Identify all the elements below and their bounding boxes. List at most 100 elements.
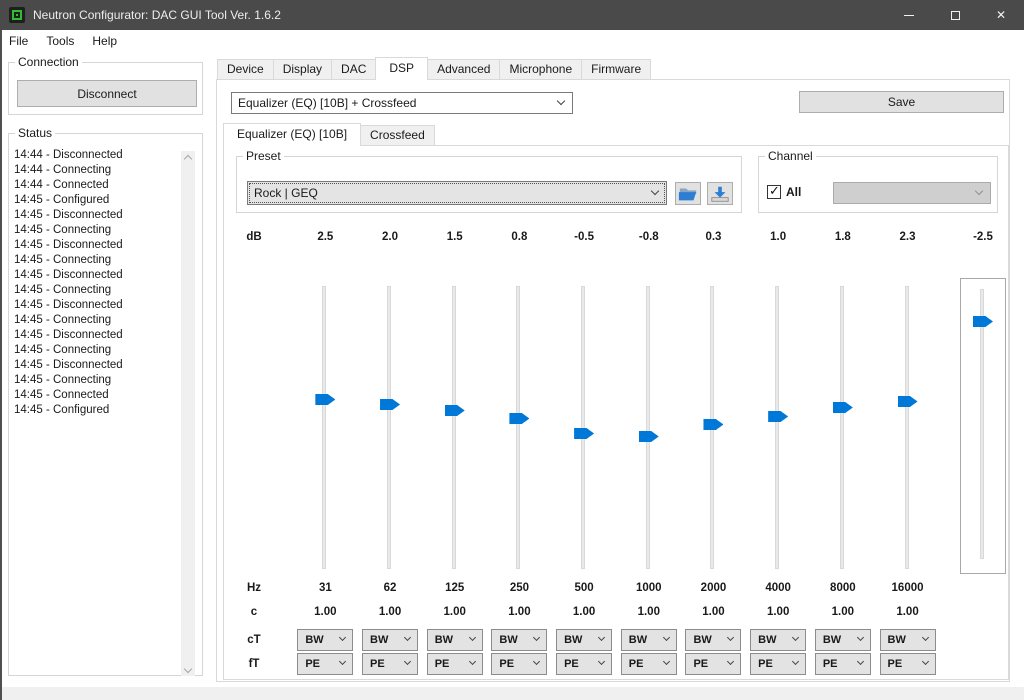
tab-display[interactable]: Display: [273, 59, 332, 80]
status-entry[interactable]: 14:45 - Disconnected: [14, 268, 180, 283]
band-ft-combobox[interactable]: PE: [491, 653, 547, 675]
chevron-up-icon[interactable]: [181, 151, 195, 166]
slider-thumb[interactable]: [639, 431, 659, 442]
channel-all-label: All: [786, 185, 801, 199]
band-ct-combobox[interactable]: BW: [685, 629, 741, 651]
status-entry[interactable]: 14:45 - Connecting: [14, 313, 180, 328]
slider-track[interactable]: [322, 286, 326, 569]
slider-thumb[interactable]: [509, 413, 529, 424]
tab-advanced[interactable]: Advanced: [427, 59, 500, 80]
band-ct-combobox[interactable]: BW: [621, 629, 677, 651]
band-slider[interactable]: [422, 283, 487, 573]
band-ft-combobox[interactable]: PE: [880, 653, 936, 675]
band-ct-combobox[interactable]: BW: [491, 629, 547, 651]
band-ft-combobox[interactable]: PE: [621, 653, 677, 675]
status-entry[interactable]: 14:45 - Disconnected: [14, 298, 180, 313]
close-icon[interactable]: ✕: [978, 0, 1024, 30]
slider-track[interactable]: [646, 286, 650, 569]
status-entry[interactable]: 14:45 - Connecting: [14, 283, 180, 298]
dsp-mode-value: Equalizer (EQ) [10B] + Crossfeed: [238, 96, 416, 110]
status-entry[interactable]: 14:45 - Configured: [14, 193, 180, 208]
status-entry[interactable]: 14:44 - Disconnected: [14, 148, 180, 163]
status-entry[interactable]: 14:45 - Disconnected: [14, 358, 180, 373]
dsp-mode-combobox[interactable]: Equalizer (EQ) [10B] + Crossfeed: [231, 92, 573, 114]
band-slider[interactable]: [875, 283, 940, 573]
slider-thumb[interactable]: [574, 428, 594, 439]
band-ct-value: BW: [629, 634, 647, 646]
status-entry[interactable]: 14:44 - Connecting: [14, 163, 180, 178]
open-preset-button[interactable]: [675, 182, 701, 205]
band-ft-combobox[interactable]: PE: [297, 653, 353, 675]
master-slider[interactable]: [960, 278, 1006, 574]
chevron-down-icon[interactable]: [181, 661, 195, 676]
subtab-equalizer-eq-10b[interactable]: Equalizer (EQ) [10B]: [223, 123, 361, 146]
menu-item-tools[interactable]: Tools: [37, 30, 83, 52]
band-ct-combobox[interactable]: BW: [427, 629, 483, 651]
maximize-icon[interactable]: [932, 0, 978, 30]
tab-firmware[interactable]: Firmware: [581, 59, 651, 80]
slider-track[interactable]: [905, 286, 909, 569]
slider-thumb[interactable]: [315, 394, 335, 405]
tab-device[interactable]: Device: [217, 59, 274, 80]
status-entry[interactable]: 14:45 - Configured: [14, 403, 180, 418]
band-ct-combobox[interactable]: BW: [556, 629, 612, 651]
band-slider[interactable]: [681, 283, 746, 573]
band-slider[interactable]: [746, 283, 811, 573]
band-slider[interactable]: [616, 283, 681, 573]
band-slider[interactable]: [487, 283, 552, 573]
status-entry[interactable]: 14:45 - Connected: [14, 388, 180, 403]
status-entry[interactable]: 14:45 - Disconnected: [14, 238, 180, 253]
status-entry[interactable]: 14:45 - Connecting: [14, 223, 180, 238]
slider-track[interactable]: [840, 286, 844, 569]
slider-thumb[interactable]: [703, 419, 723, 430]
status-log-list[interactable]: 14:44 - Disconnected14:44 - Connecting14…: [14, 148, 180, 671]
band-ct-combobox[interactable]: BW: [362, 629, 418, 651]
status-entry[interactable]: 14:45 - Disconnected: [14, 328, 180, 343]
status-entry[interactable]: 14:45 - Disconnected: [14, 208, 180, 223]
status-entry[interactable]: 14:44 - Connected: [14, 178, 180, 193]
status-entry[interactable]: 14:45 - Connecting: [14, 253, 180, 268]
slider-track[interactable]: [775, 286, 779, 569]
slider-track[interactable]: [387, 286, 391, 569]
band-ct-combobox[interactable]: BW: [297, 629, 353, 651]
band-slider[interactable]: [358, 283, 423, 573]
band-ft-combobox[interactable]: PE: [362, 653, 418, 675]
slider-track[interactable]: [581, 286, 585, 569]
preset-combobox[interactable]: Rock | GEQ: [247, 181, 667, 205]
subtab-crossfeed[interactable]: Crossfeed: [360, 125, 435, 146]
slider-track[interactable]: [980, 289, 984, 559]
save-button[interactable]: Save: [799, 91, 1004, 113]
disconnect-button[interactable]: Disconnect: [17, 80, 197, 107]
band-ft-combobox[interactable]: PE: [556, 653, 612, 675]
status-entry[interactable]: 14:45 - Connecting: [14, 343, 180, 358]
save-preset-button[interactable]: [707, 182, 733, 205]
slider-thumb[interactable]: [380, 399, 400, 410]
slider-thumb[interactable]: [973, 316, 993, 327]
band-slider[interactable]: [552, 283, 617, 573]
band-ft-combobox[interactable]: PE: [815, 653, 871, 675]
slider-thumb[interactable]: [898, 396, 918, 407]
band-ft-combobox[interactable]: PE: [685, 653, 741, 675]
slider-track[interactable]: [452, 286, 456, 569]
slider-thumb[interactable]: [833, 402, 853, 413]
slider-thumb[interactable]: [768, 411, 788, 422]
band-ct-combobox[interactable]: BW: [750, 629, 806, 651]
channel-all-checkbox[interactable]: ✓ All: [767, 185, 801, 199]
band-slider[interactable]: [811, 283, 876, 573]
status-entry[interactable]: 14:45 - Connecting: [14, 373, 180, 388]
band-ft-combobox[interactable]: PE: [750, 653, 806, 675]
slider-thumb[interactable]: [445, 405, 465, 416]
minimize-icon[interactable]: [886, 0, 932, 30]
menu-item-help[interactable]: Help: [83, 30, 126, 52]
equalizer-pane: Preset Rock | GEQ: [223, 145, 1009, 680]
tab-microphone[interactable]: Microphone: [499, 59, 582, 80]
tab-dsp[interactable]: DSP: [375, 57, 428, 80]
band-ct-combobox[interactable]: BW: [815, 629, 871, 651]
tab-dac[interactable]: DAC: [331, 59, 376, 80]
band-slider[interactable]: [293, 283, 358, 573]
band-ft-combobox[interactable]: PE: [427, 653, 483, 675]
slider-track[interactable]: [516, 286, 520, 569]
band-ct-combobox[interactable]: BW: [880, 629, 936, 651]
status-scrollbar[interactable]: [181, 151, 195, 676]
menu-item-file[interactable]: File: [0, 30, 37, 52]
